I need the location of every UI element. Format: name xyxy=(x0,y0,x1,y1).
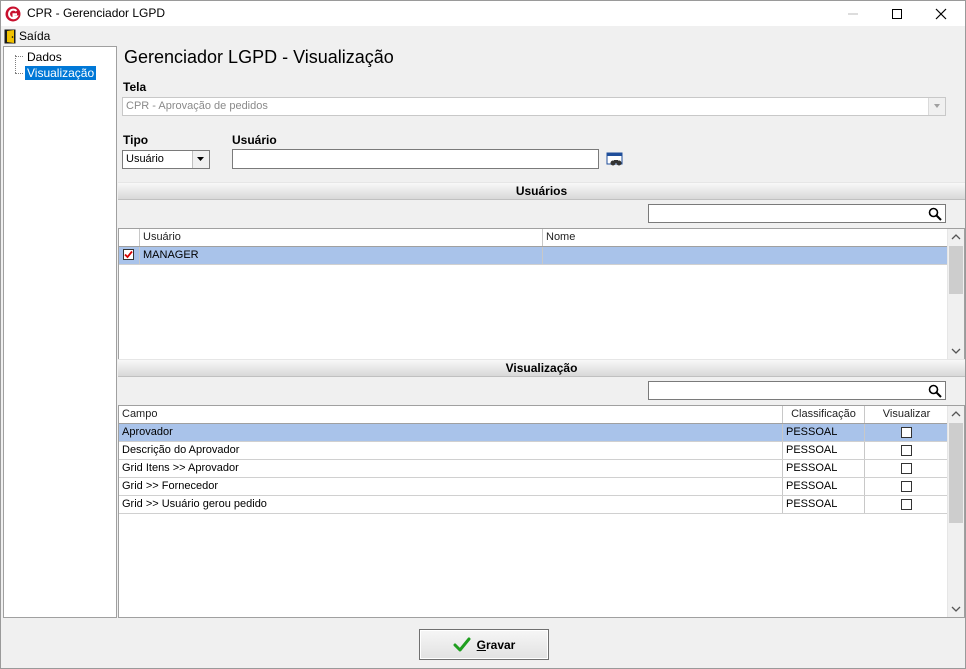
row-usuario-cell: MANAGER xyxy=(140,247,543,264)
minimize-icon xyxy=(848,13,858,15)
tree-item-visualizacao[interactable]: Visualização xyxy=(25,66,97,80)
visualizar-checkbox[interactable] xyxy=(901,426,912,438)
table-row[interactable]: Grid >> Fornecedor PESSOAL xyxy=(119,478,948,496)
row-checkbox-cell[interactable] xyxy=(119,247,140,264)
door-icon xyxy=(4,29,16,43)
minimize-button[interactable] xyxy=(831,1,875,26)
row-classificacao-cell: PESSOAL xyxy=(783,442,865,459)
search-icon[interactable] xyxy=(928,384,942,398)
exit-menu-item[interactable]: Saída xyxy=(4,28,50,44)
row-visualizar-cell[interactable] xyxy=(865,460,948,477)
row-classificacao-cell: PESSOAL xyxy=(783,496,865,513)
scrollbar-thumb[interactable] xyxy=(949,423,963,523)
window-title: CPR - Gerenciador LGPD xyxy=(27,6,166,20)
row-campo-cell: Aprovador xyxy=(119,424,783,441)
visualizar-checkbox[interactable] xyxy=(901,480,912,492)
row-visualizar-cell[interactable] xyxy=(865,496,948,513)
view-column-classificacao[interactable]: Classificação xyxy=(783,406,865,423)
view-grid-header: Campo Classificação Visualizar xyxy=(119,406,948,424)
users-checkbox-column-header xyxy=(119,229,140,246)
tela-select: CPR - Aprovação de pedidos xyxy=(122,97,946,116)
row-visualizar-cell[interactable] xyxy=(865,442,948,459)
table-row[interactable]: Descrição do Aprovador PESSOAL xyxy=(119,442,948,460)
chevron-down-icon[interactable] xyxy=(948,601,964,617)
tree-connector xyxy=(15,56,23,57)
visualizar-checkbox[interactable] xyxy=(901,498,912,510)
view-column-visualizar[interactable]: Visualizar xyxy=(865,406,948,423)
row-classificacao-cell: PESSOAL xyxy=(783,424,865,441)
tela-label: Tela xyxy=(123,80,147,94)
tipo-select[interactable]: Usuário xyxy=(122,150,210,169)
exit-menu-label: Saída xyxy=(19,29,51,43)
title-bar: CPR - Gerenciador LGPD xyxy=(1,1,965,26)
view-grid-scrollbar[interactable] xyxy=(947,406,964,617)
binoculars-lookup-icon[interactable] xyxy=(606,152,623,168)
row-campo-cell: Descrição do Aprovador xyxy=(119,442,783,459)
tela-select-value: CPR - Aprovação de pedidos xyxy=(126,100,268,112)
maximize-button[interactable] xyxy=(875,1,919,26)
row-classificacao-cell: PESSOAL xyxy=(783,478,865,495)
row-nome-cell xyxy=(543,247,948,264)
chevron-down-icon[interactable] xyxy=(948,343,964,359)
page-title: Gerenciador LGPD - Visualização xyxy=(124,47,394,67)
save-button-accelerator: G xyxy=(476,637,486,652)
tree-connector xyxy=(15,73,23,74)
users-search-input[interactable] xyxy=(648,204,946,223)
usuario-input[interactable] xyxy=(232,149,599,169)
close-button[interactable] xyxy=(919,1,963,26)
users-section-header: Usuários xyxy=(118,182,965,200)
chevron-up-icon[interactable] xyxy=(948,229,964,245)
table-row[interactable]: Grid >> Usuário gerou pedido PESSOAL xyxy=(119,496,948,514)
scrollbar-thumb[interactable] xyxy=(949,246,963,294)
checkmark-icon xyxy=(453,637,471,651)
table-row[interactable]: Grid Itens >> Aprovador PESSOAL xyxy=(119,460,948,478)
save-button-label: Gravar xyxy=(477,638,516,652)
users-grid-header: Usuário Nome xyxy=(119,229,948,247)
row-visualizar-cell[interactable] xyxy=(865,424,948,441)
row-classificacao-cell: PESSOAL xyxy=(783,460,865,477)
table-row[interactable]: MANAGER xyxy=(119,247,948,265)
usuario-label: Usuário xyxy=(232,133,277,147)
table-row[interactable]: Aprovador PESSOAL xyxy=(119,424,948,442)
checked-checkbox-icon[interactable] xyxy=(123,249,134,260)
save-button-label-rest: ravar xyxy=(485,637,516,652)
chevron-down-icon[interactable] xyxy=(192,151,209,168)
search-icon[interactable] xyxy=(928,207,942,221)
row-visualizar-cell[interactable] xyxy=(865,478,948,495)
users-grid: Usuário Nome MANAGER xyxy=(118,228,965,360)
view-grid: Campo Classificação Visualizar Aprovador… xyxy=(118,405,965,618)
visualizar-checkbox[interactable] xyxy=(901,462,912,474)
tipo-select-value: Usuário xyxy=(126,153,164,165)
menu-bar: Saída xyxy=(1,27,965,45)
save-button[interactable]: Gravar xyxy=(419,629,549,660)
users-column-usuario[interactable]: Usuário xyxy=(140,229,543,246)
maximize-icon xyxy=(892,9,902,19)
row-campo-cell: Grid >> Fornecedor xyxy=(119,478,783,495)
app-window: CPR - Gerenciador LGPD Saída Dados Visua… xyxy=(0,0,966,669)
tipo-label: Tipo xyxy=(123,133,149,147)
chevron-down-icon xyxy=(928,98,945,115)
navigation-tree: Dados Visualização xyxy=(3,46,117,618)
row-campo-cell: Grid >> Usuário gerou pedido xyxy=(119,496,783,513)
app-logo-icon xyxy=(5,6,21,22)
tree-connector xyxy=(15,55,16,73)
close-icon xyxy=(935,8,947,20)
tree-item-dados[interactable]: Dados xyxy=(25,50,64,64)
view-column-campo[interactable]: Campo xyxy=(119,406,783,423)
visualizar-checkbox[interactable] xyxy=(901,444,912,456)
users-grid-scrollbar[interactable] xyxy=(947,229,964,359)
row-campo-cell: Grid Itens >> Aprovador xyxy=(119,460,783,477)
view-section-header: Visualização xyxy=(118,359,965,377)
users-column-nome[interactable]: Nome xyxy=(543,229,948,246)
chevron-up-icon[interactable] xyxy=(948,406,964,422)
view-search-input[interactable] xyxy=(648,381,946,400)
